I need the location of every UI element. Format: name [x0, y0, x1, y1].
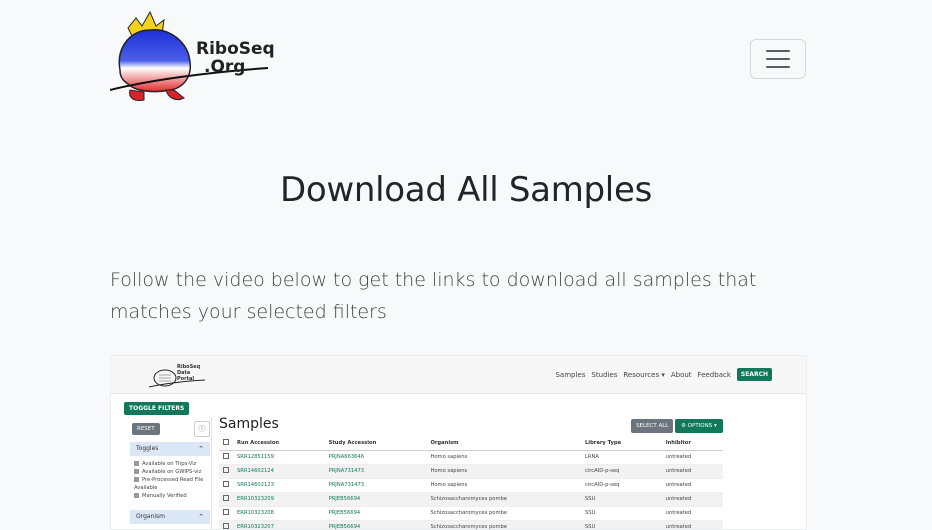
portal-filter-option: Available on GWIPS-viz [134, 468, 212, 476]
table-header-cell: Organism [426, 436, 581, 451]
portal-section-toggles: Toggles ⌃ [130, 442, 210, 456]
tutorial-video[interactable]: RiboSeq Data Portal Samples Studies Reso… [110, 355, 807, 530]
table-cell: SRR12851159 [233, 450, 325, 465]
row-checkbox [219, 520, 233, 529]
table-cell: PRJNA731473 [324, 464, 427, 479]
table-cell: Homo sapiens [426, 450, 581, 465]
table-row: SRR14602124 PRJNA731473 Homo sapiens circAI… [219, 464, 723, 479]
portal-select-all-button: SELECT ALL [631, 419, 674, 433]
logo-wordmark: RiboSeq .Org [196, 40, 275, 76]
row-checkbox [219, 506, 233, 521]
hamburger-bar-icon [766, 66, 790, 68]
portal-filter-sidebar: RESET ⓘ Toggles ⌃ Available on Trips-Viz… [124, 418, 212, 529]
table-cell: untreated [661, 520, 723, 529]
hamburger-bar-icon [766, 50, 790, 52]
row-checkbox [219, 478, 233, 493]
table-cell: ERR10323207 [233, 520, 325, 529]
chevron-up-icon: ⌃ [198, 445, 204, 453]
portal-search-button: SEARCH [736, 368, 772, 381]
table-cell: untreated [661, 450, 723, 465]
table-cell: SRR14602123 [233, 478, 325, 493]
portal-options-button: ⚙ OPTIONS ▾ [675, 419, 723, 433]
table-cell: PRJNA663646 [324, 450, 427, 465]
table-row: SRR12851159 PRJNA663646 Homo sapiens LRNA un… [219, 450, 723, 465]
table-cell: SRR14602124 [233, 464, 325, 479]
portal-section-organism: Organism ⌃ [130, 510, 210, 524]
table-cell: SSU [581, 520, 662, 529]
portal-nav-feedback: Feedback [697, 370, 731, 379]
portal-info-icon: ⓘ [194, 421, 210, 437]
table-cell: PRJEB56694 [324, 520, 427, 529]
menu-toggle-button[interactable] [750, 39, 806, 79]
table-cell: untreated [661, 464, 723, 479]
table-header-cell [219, 436, 233, 451]
portal-logo-line: Portal [177, 376, 195, 382]
table-header-cell: Run Accession [233, 436, 325, 451]
table-header-cell: Library Type [581, 436, 662, 451]
table-cell: circAID-p-seq [581, 464, 662, 479]
table-cell: Homo sapiens [426, 478, 581, 493]
page-title: Download All Samples [280, 170, 652, 210]
portal-nav-about: About [670, 370, 692, 379]
portal-samples-table: Run Accession Study Accession Organism L… [219, 436, 723, 529]
table-cell: Schizosaccharomyces pombe [426, 520, 581, 529]
portal-filter-option: Manually Verified [134, 492, 212, 500]
table-cell: Homo sapiens [426, 464, 581, 479]
table-cell: untreated [661, 506, 723, 521]
logo-line-2: .Org [204, 57, 246, 77]
portal-nav-studies: Studies [591, 370, 618, 379]
row-checkbox [219, 492, 233, 507]
logo-line-1: RiboSeq [196, 39, 275, 59]
table-cell: PRJEB56694 [324, 492, 427, 507]
intro-text: Follow the video below to get the links … [110, 269, 757, 323]
table-cell: ERR10323208 [233, 506, 325, 521]
table-cell: SSU [581, 506, 662, 521]
table-row: SRR14602123 PRJNA731473 Homo sapiens circAI… [219, 478, 723, 493]
portal-reset-button: RESET [132, 423, 160, 435]
portal-section-label: Toggles [136, 445, 159, 452]
table-cell: untreated [661, 492, 723, 507]
table-row: ERR10323207 PRJEB56694 Schizosaccharomyces… [219, 520, 723, 529]
portal-nav-samples: Samples [555, 370, 586, 379]
row-checkbox [219, 450, 233, 465]
table-cell: Schizosaccharomyces pombe [426, 506, 581, 521]
table-cell: Schizosaccharomyces pombe [426, 492, 581, 507]
table-header-cell: Inhibitor [661, 436, 723, 451]
chevron-up-icon: ⌃ [198, 513, 204, 521]
table-cell: PRJEB56694 [324, 506, 427, 521]
table-row: ERR10323208 PRJEB56694 Schizosaccharomyces… [219, 506, 723, 521]
table-cell: ERR10323209 [233, 492, 325, 507]
table-header-cell: Study Accession [324, 436, 427, 451]
video-navbar: RiboSeq Data Portal Samples Studies Reso… [111, 356, 806, 394]
portal-toggle-filters-button: TOGGLE FILTERS [124, 402, 190, 415]
table-cell: SSU [581, 492, 662, 507]
table-cell: PRJNA731473 [324, 478, 427, 493]
portal-nav-resources: Resources ▾ [623, 370, 665, 379]
portal-filter-option: Available on Trips-Viz [134, 460, 212, 468]
table-cell: circAID-p-seq [581, 478, 662, 493]
table-row: ERR10323209 PRJEB56694 Schizosaccharomyces… [219, 492, 723, 507]
portal-filter-option: Pre-Processed Read File Available [134, 476, 212, 492]
table-cell: untreated [661, 478, 723, 493]
portal-logo-text: RiboSeq Data Portal [177, 364, 200, 382]
table-header-row: Run Accession Study Accession Organism L… [219, 436, 723, 451]
riboseq-logo[interactable]: RiboSeq .Org [110, 10, 275, 108]
hamburger-bar-icon [766, 58, 790, 60]
row-checkbox [219, 464, 233, 479]
table-cell: LRNA [581, 450, 662, 465]
portal-nav-links: Samples Studies Resources ▾ About Feedba… [555, 368, 772, 381]
portal-samples-title: Samples [219, 416, 279, 432]
portal-section-label: Organism [136, 513, 166, 520]
